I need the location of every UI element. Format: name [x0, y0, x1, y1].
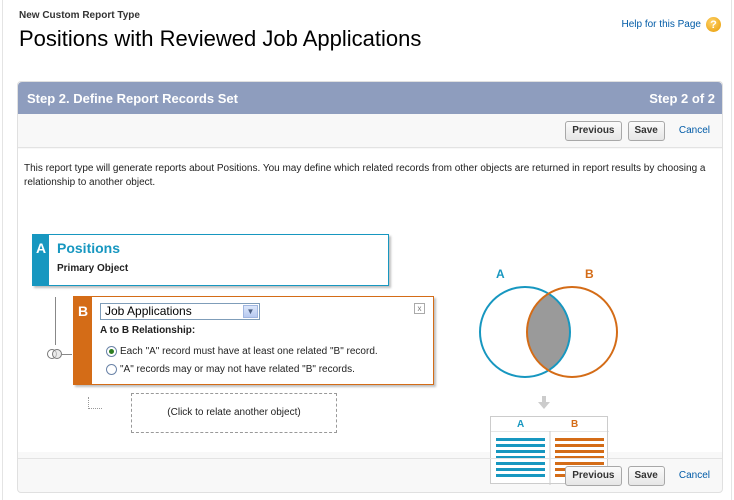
- object-a-letter: A: [33, 235, 49, 285]
- save-button[interactable]: Save: [627, 120, 665, 141]
- object-a-name: Positions: [57, 240, 121, 256]
- step-counter: Step 2 of 2: [649, 90, 715, 106]
- add-object-button[interactable]: (Click to relate another object): [131, 393, 337, 433]
- connector-line: [55, 297, 56, 345]
- radio-required-label: Each "A" record must have at least one r…: [120, 346, 378, 357]
- table-col-a: A: [517, 419, 525, 430]
- help-link[interactable]: Help for this Page: [622, 19, 702, 30]
- relationship-option-required[interactable]: Each "A" record must have at least one r…: [106, 346, 378, 357]
- help-link-group[interactable]: Help for this Page ?: [622, 17, 721, 32]
- step-header: Step 2. Define Report Records Set Step 2…: [18, 82, 722, 114]
- venn-label-b: B: [585, 267, 594, 281]
- venn-label-a: A: [496, 267, 505, 281]
- previous-button[interactable]: Previous: [565, 120, 622, 141]
- object-b-select-value: Job Applications: [105, 304, 192, 318]
- table-col-b: B: [571, 419, 579, 430]
- radio-required[interactable]: [106, 346, 117, 357]
- page-title: Positions with Reviewed Job Applications: [19, 26, 422, 51]
- chevron-down-icon[interactable]: ▼: [243, 305, 258, 318]
- venn-diagram: [479, 286, 618, 378]
- step-panel: Step 2. Define Report Records Set Step 2…: [17, 81, 723, 493]
- step-title: Step 2. Define Report Records Set: [27, 90, 238, 106]
- description-text: This report type will generate reports a…: [24, 163, 706, 188]
- previous-button-bottom[interactable]: Previous: [565, 465, 622, 486]
- related-object-box: B Job Applications ▼ x A to B Relationsh…: [73, 296, 434, 385]
- relationship-option-optional[interactable]: "A" records may or may not have related …: [106, 364, 355, 375]
- relationship-label: A to B Relationship:: [100, 325, 196, 336]
- top-button-row: Previous Save Cancel: [18, 114, 722, 148]
- connector-line-h: [62, 354, 72, 355]
- object-b-letter: B: [74, 297, 92, 384]
- cancel-link[interactable]: Cancel: [679, 125, 710, 136]
- add-object-connector: [88, 397, 102, 409]
- content-area: This report type will generate reports a…: [18, 149, 722, 485]
- primary-object-box: A Positions Primary Object: [32, 234, 389, 286]
- help-icon[interactable]: ?: [706, 17, 721, 32]
- radio-optional-label: "A" records may or may not have related …: [120, 364, 355, 375]
- breadcrumb: New Custom Report Type: [19, 10, 140, 21]
- join-icon: [47, 349, 62, 359]
- page-frame: New Custom Report Type Positions with Re…: [2, 0, 732, 500]
- close-icon[interactable]: x: [414, 303, 425, 314]
- object-a-subtitle: Primary Object: [57, 263, 129, 274]
- save-button-bottom[interactable]: Save: [627, 465, 665, 486]
- bottom-button-row: Previous Save Cancel: [18, 458, 722, 492]
- cancel-link-bottom[interactable]: Cancel: [679, 470, 710, 481]
- radio-optional[interactable]: [106, 364, 117, 375]
- arrow-down-icon: [538, 396, 550, 409]
- object-b-select[interactable]: Job Applications ▼: [100, 303, 260, 320]
